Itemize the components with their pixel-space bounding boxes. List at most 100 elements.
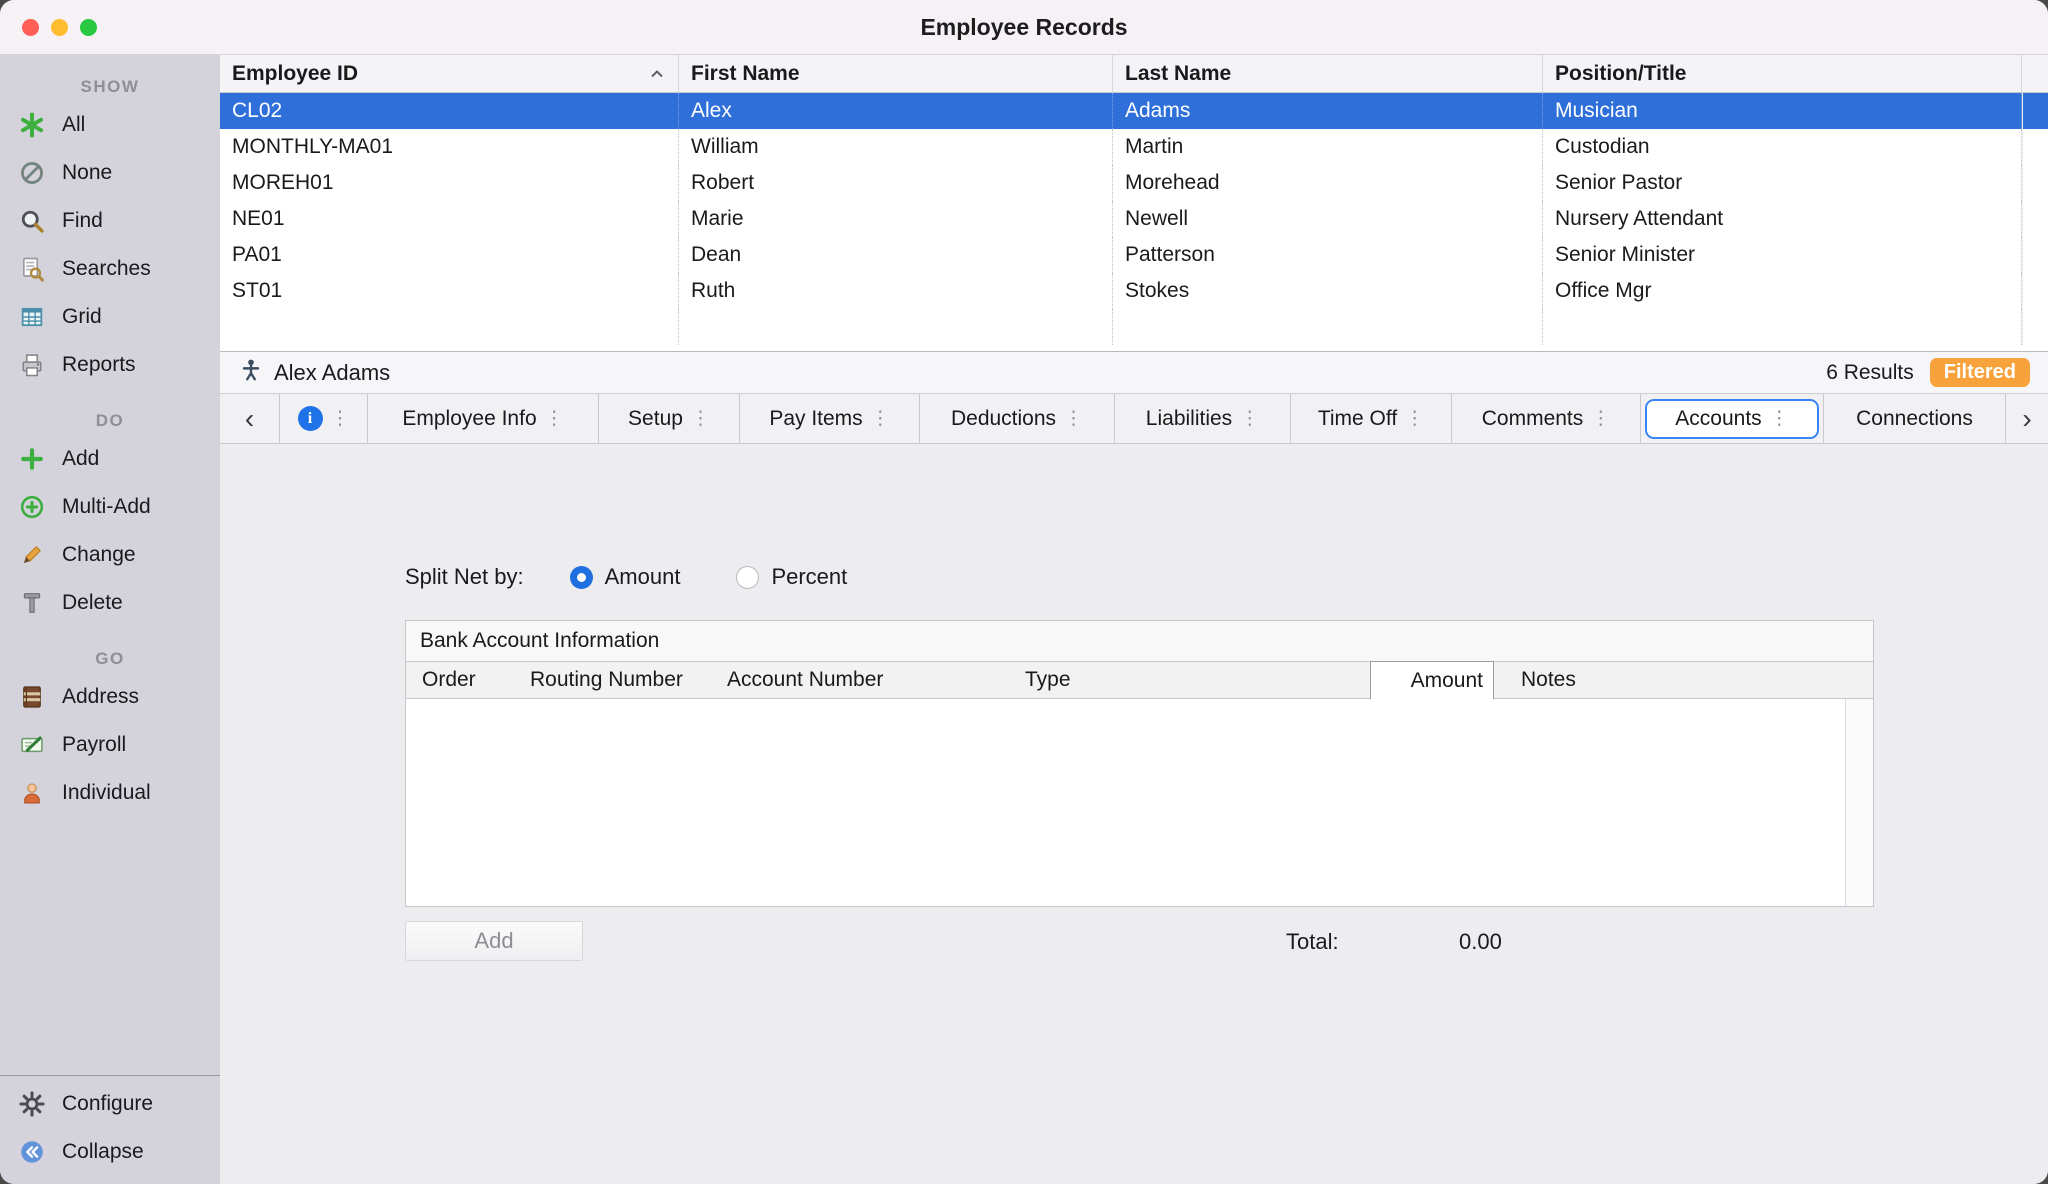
- bank-account-table-body: [406, 699, 1873, 906]
- info-icon: i: [298, 406, 323, 431]
- column-header-order[interactable]: Order: [422, 662, 476, 698]
- tab-deductions[interactable]: Deductions⋮: [920, 394, 1115, 443]
- tab-menu-dots[interactable]: ⋮: [1064, 407, 1083, 430]
- table-row[interactable]: ST01 Ruth Stokes Office Mgr: [220, 273, 2048, 309]
- asterisk-icon: [18, 111, 46, 139]
- sidebar-item-label: Grid: [62, 305, 102, 329]
- cell-first-name: Alex: [679, 93, 1113, 129]
- table-row[interactable]: MOREH01 Robert Morehead Senior Pastor: [220, 165, 2048, 201]
- table-row[interactable]: PA01 Dean Patterson Senior Minister: [220, 237, 2048, 273]
- column-header-notes[interactable]: Notes: [1521, 662, 1576, 698]
- tabs-scroll-right-button[interactable]: ›: [2006, 394, 2048, 443]
- person-icon: [238, 357, 264, 388]
- table-row[interactable]: MONTHLY-MA01 William Martin Custodian: [220, 129, 2048, 165]
- close-window-button[interactable]: [22, 19, 39, 36]
- address-book-icon: [18, 683, 46, 711]
- tab-pay-items[interactable]: Pay Items⋮: [740, 394, 920, 443]
- tab-menu-dots[interactable]: ⋮: [1591, 407, 1610, 430]
- filtered-badge[interactable]: Filtered: [1930, 358, 2030, 387]
- column-header-first-name[interactable]: First Name: [679, 55, 1113, 93]
- minimize-window-button[interactable]: [51, 19, 68, 36]
- tab-menu-dots[interactable]: ⋮: [871, 407, 890, 430]
- tab-comments[interactable]: Comments⋮: [1452, 394, 1641, 443]
- sidebar-item-none[interactable]: None: [0, 149, 220, 197]
- sidebar-item-label: Configure: [62, 1092, 153, 1116]
- grid-icon: [18, 303, 46, 331]
- scrollbar-track[interactable]: [2022, 309, 2048, 345]
- row-scrollbar-gutter: [2022, 273, 2048, 309]
- zoom-window-button[interactable]: [80, 19, 97, 36]
- sidebar-item-address[interactable]: Address: [0, 673, 220, 721]
- column-header-position-title[interactable]: Position/Title: [1543, 55, 2022, 93]
- cell-first-name: William: [679, 129, 1113, 165]
- sidebar-item-collapse[interactable]: Collapse: [0, 1128, 220, 1176]
- column-header-amount[interactable]: Amount: [1370, 661, 1494, 701]
- tab-employee-info[interactable]: Employee Info⋮: [368, 394, 599, 443]
- tab-info[interactable]: i ⋮: [280, 394, 368, 443]
- cell-employee-id: PA01: [220, 237, 679, 273]
- sidebar-item-label: Delete: [62, 591, 123, 615]
- tab-time-off[interactable]: Time Off⋮: [1291, 394, 1452, 443]
- tab-liabilities[interactable]: Liabilities⋮: [1115, 394, 1291, 443]
- sidebar-item-all[interactable]: All: [0, 101, 220, 149]
- sidebar-item-individual[interactable]: Individual: [0, 769, 220, 817]
- tab-menu-dots[interactable]: ⋮: [1240, 407, 1259, 430]
- row-scrollbar-gutter: [2022, 201, 2048, 237]
- sidebar-item-change[interactable]: Change: [0, 531, 220, 579]
- column-header-type[interactable]: Type: [1025, 662, 1071, 698]
- split-net-row: Split Net by: Amount Percent: [405, 564, 2048, 590]
- tabs-scroll-left-button[interactable]: ‹: [220, 394, 280, 443]
- tab-menu-dots[interactable]: ⋮: [1770, 407, 1789, 430]
- cell-employee-id: CL02: [220, 93, 679, 129]
- sidebar-item-reports[interactable]: Reports: [0, 341, 220, 389]
- cell-position: Senior Minister: [1543, 237, 2022, 273]
- employee-list: Employee ID First Name Last Name Positio…: [220, 55, 2048, 352]
- tab-accounts[interactable]: Accounts⋮: [1641, 394, 1824, 443]
- employee-list-header: Employee ID First Name Last Name Positio…: [220, 55, 2048, 93]
- cell-first-name: Robert: [679, 165, 1113, 201]
- sidebar-item-label: Find: [62, 209, 103, 233]
- row-scrollbar-gutter: [2022, 237, 2048, 273]
- column-header-account-number[interactable]: Account Number: [727, 662, 883, 698]
- bank-account-group: Bank Account Information Order Routing N…: [405, 620, 1874, 907]
- cell-first-name: Ruth: [679, 273, 1113, 309]
- titlebar: Employee Records: [0, 0, 2048, 55]
- tab-menu-dots[interactable]: ⋮: [545, 407, 564, 430]
- group-title: Bank Account Information: [406, 621, 1873, 661]
- sidebar-item-find[interactable]: Find: [0, 197, 220, 245]
- radio-unselected-icon: [736, 566, 759, 589]
- radio-option-amount[interactable]: Amount: [570, 564, 681, 590]
- cell-employee-id: MOREH01: [220, 165, 679, 201]
- sidebar-item-configure[interactable]: Configure: [0, 1080, 220, 1128]
- cell-last-name: Adams: [1113, 93, 1543, 129]
- sidebar-item-searches[interactable]: Searches: [0, 245, 220, 293]
- sidebar-item-payroll[interactable]: Payroll: [0, 721, 220, 769]
- empty-rows-area: [220, 309, 2048, 351]
- column-header-last-name[interactable]: Last Name: [1113, 55, 1543, 93]
- sidebar-item-grid[interactable]: Grid: [0, 293, 220, 341]
- chevron-right-icon: ›: [2022, 403, 2031, 435]
- tab-menu-dots[interactable]: ⋮: [1405, 407, 1424, 430]
- results-count: 6 Results: [1826, 361, 1914, 385]
- delete-icon: [18, 589, 46, 617]
- sidebar-item-delete[interactable]: Delete: [0, 579, 220, 627]
- row-scrollbar-gutter: [2022, 93, 2048, 129]
- table-row[interactable]: NE01 Marie Newell Nursery Attendant: [220, 201, 2048, 237]
- cell-last-name: Morehead: [1113, 165, 1543, 201]
- table-row[interactable]: CL02 Alex Adams Musician: [220, 93, 2048, 129]
- sidebar-item-add[interactable]: Add: [0, 435, 220, 483]
- add-account-button[interactable]: Add: [405, 921, 583, 961]
- gear-icon: [18, 1090, 46, 1118]
- selected-record-name: Alex Adams: [274, 360, 390, 386]
- scrollbar-track[interactable]: [1845, 699, 1873, 906]
- cell-last-name: Stokes: [1113, 273, 1543, 309]
- tab-menu-dots[interactable]: ⋮: [331, 407, 350, 430]
- tab-connections[interactable]: Connections: [1824, 394, 2006, 443]
- tab-setup[interactable]: Setup⋮: [599, 394, 740, 443]
- column-header-employee-id[interactable]: Employee ID: [220, 55, 679, 93]
- sidebar-item-multi-add[interactable]: Multi-Add: [0, 483, 220, 531]
- column-header-routing-number[interactable]: Routing Number: [530, 662, 683, 698]
- sidebar-section-go: GO: [0, 649, 220, 669]
- tab-menu-dots[interactable]: ⋮: [691, 407, 710, 430]
- radio-option-percent[interactable]: Percent: [736, 564, 847, 590]
